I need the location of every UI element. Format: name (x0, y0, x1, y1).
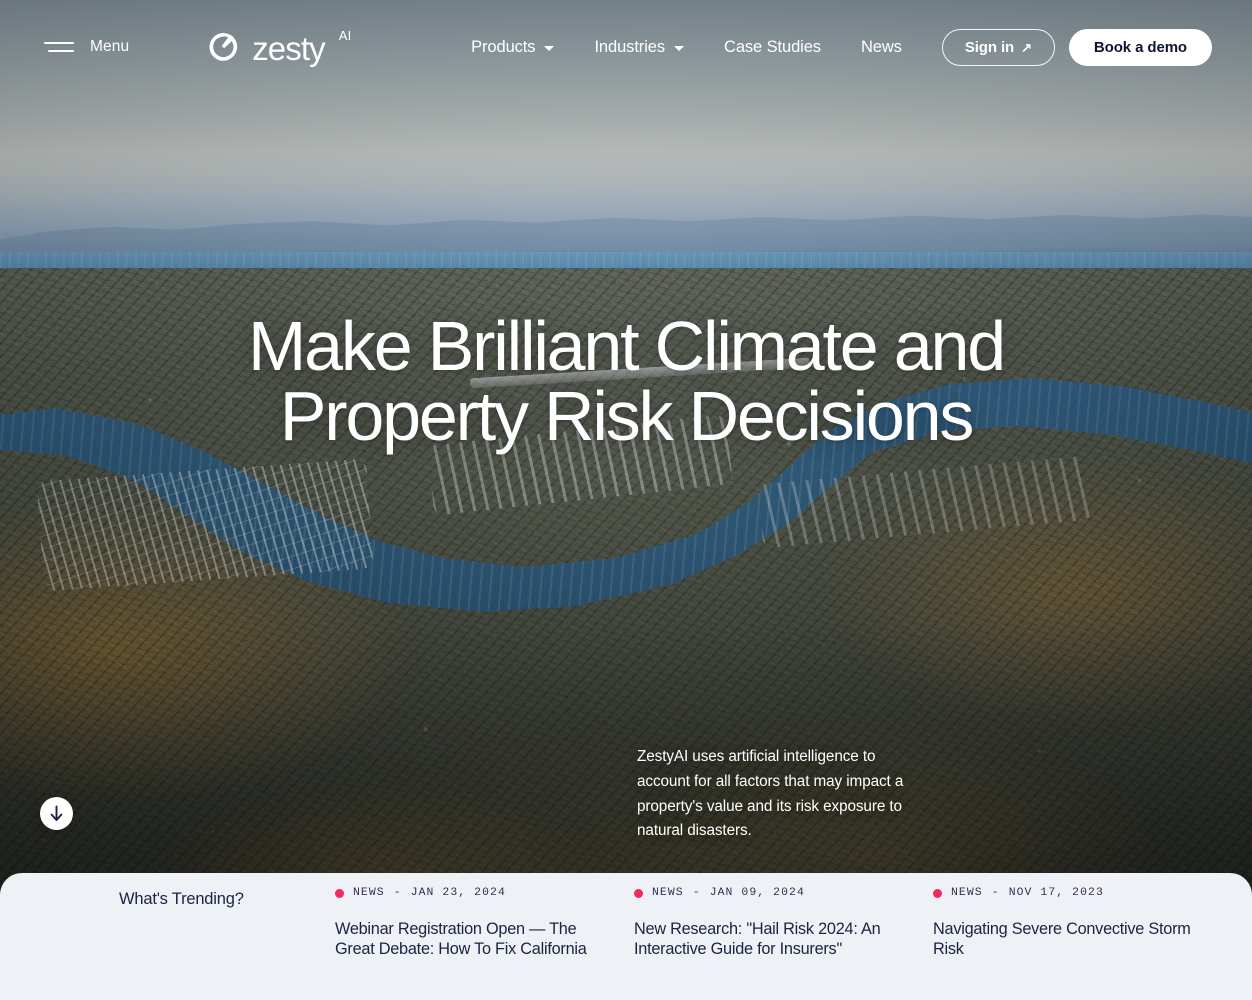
hamburger-menu-icon (44, 42, 74, 52)
list-item[interactable]: NEWS - JAN 09, 2024 New Research: "Hail … (634, 873, 933, 1000)
nav-item-products-label: Products (471, 37, 536, 56)
hero-background-photo (0, 0, 1252, 1000)
menu-button[interactable]: Menu (44, 38, 129, 56)
hero-headline-line-2: Property Risk Decisions (279, 377, 975, 455)
trending-item-category: NEWS (951, 887, 983, 899)
marina-docks-layer (36, 458, 374, 592)
sign-in-button-label: Sign in (964, 38, 1015, 56)
nav-left-group: Menu zesty AI (44, 27, 352, 67)
arrow-down-icon (50, 805, 63, 821)
trending-item-date: NOV 17, 2023 (1008, 887, 1104, 899)
nav-item-case-studies-label: Case Studies (724, 37, 821, 56)
brand-logo[interactable]: zesty AI (207, 27, 352, 67)
chevron-down-icon (544, 45, 555, 51)
trending-item-date: JAN 23, 2024 (410, 887, 506, 899)
list-item[interactable]: NEWS - NOV 17, 2023 Navigating Severe Co… (933, 873, 1232, 1000)
brand-superscript: AI (338, 27, 352, 43)
trending-item-meta: NEWS - NOV 17, 2023 (933, 887, 1232, 899)
trending-item-meta: NEWS - JAN 09, 2024 (634, 887, 933, 899)
trending-item-category: NEWS (652, 887, 684, 899)
whats-trending-title: What's Trending? (119, 890, 244, 908)
news-dot-icon (933, 888, 942, 898)
trending-item-meta: NEWS - JAN 23, 2024 (335, 887, 634, 899)
trending-item-separator: - (393, 887, 402, 899)
hero-description: ZestyAI uses artificial intelligence to … (637, 748, 904, 840)
arrow-up-right-icon: ↗ (1021, 39, 1032, 55)
trending-item-separator: - (991, 887, 1000, 899)
nav-item-industries[interactable]: Industries (574, 30, 704, 65)
book-demo-button-label: Book a demo (1093, 38, 1187, 56)
brand-wordmark: zesty (252, 29, 325, 67)
scroll-down-button[interactable] (40, 797, 73, 830)
trending-item-separator: - (692, 887, 701, 899)
whats-trending-panel: What's Trending? NEWS - JAN 23, 2024 Web… (0, 873, 1252, 1000)
sign-in-button[interactable]: Sign in ↗ (941, 28, 1055, 66)
book-demo-button[interactable]: Book a demo (1068, 28, 1212, 66)
zesty-circle-logo-icon (209, 33, 238, 61)
chevron-down-icon (674, 45, 684, 51)
trending-item-date: JAN 09, 2024 (709, 887, 805, 899)
nav-right-group: Products Industries Case Studies News Si… (451, 28, 1212, 66)
nav-links: Products Industries Case Studies News (451, 30, 922, 65)
news-dot-icon (335, 888, 344, 898)
nav-item-news[interactable]: News (841, 30, 922, 65)
nav-item-industries-label: Industries (594, 37, 665, 56)
menu-button-label: Menu (90, 38, 130, 55)
landing-page: Menu zesty AI Products Industries Case S… (0, 0, 1252, 1000)
hero-headline-line-1: Make Brilliant Climate and (248, 307, 1006, 385)
trending-items-list: NEWS - JAN 23, 2024 Webinar Registration… (335, 873, 1252, 1000)
hero-headline: Make Brilliant Climate and Property Risk… (0, 311, 1252, 451)
news-dot-icon (634, 888, 643, 898)
list-item[interactable]: NEWS - JAN 23, 2024 Webinar Registration… (335, 873, 634, 1000)
trending-item-headline[interactable]: Webinar Registration Open — The Great De… (335, 920, 611, 960)
top-navigation-bar: Menu zesty AI Products Industries Case S… (0, 0, 1252, 94)
trending-item-headline[interactable]: New Research: "Hail Risk 2024: An Intera… (634, 920, 910, 960)
nav-item-news-label: News (860, 37, 902, 56)
trending-item-category: NEWS (353, 887, 385, 899)
nav-item-products[interactable]: Products (451, 30, 574, 65)
nav-item-case-studies[interactable]: Case Studies (704, 30, 841, 65)
trending-item-headline[interactable]: Navigating Severe Convective Storm Risk (933, 920, 1209, 960)
